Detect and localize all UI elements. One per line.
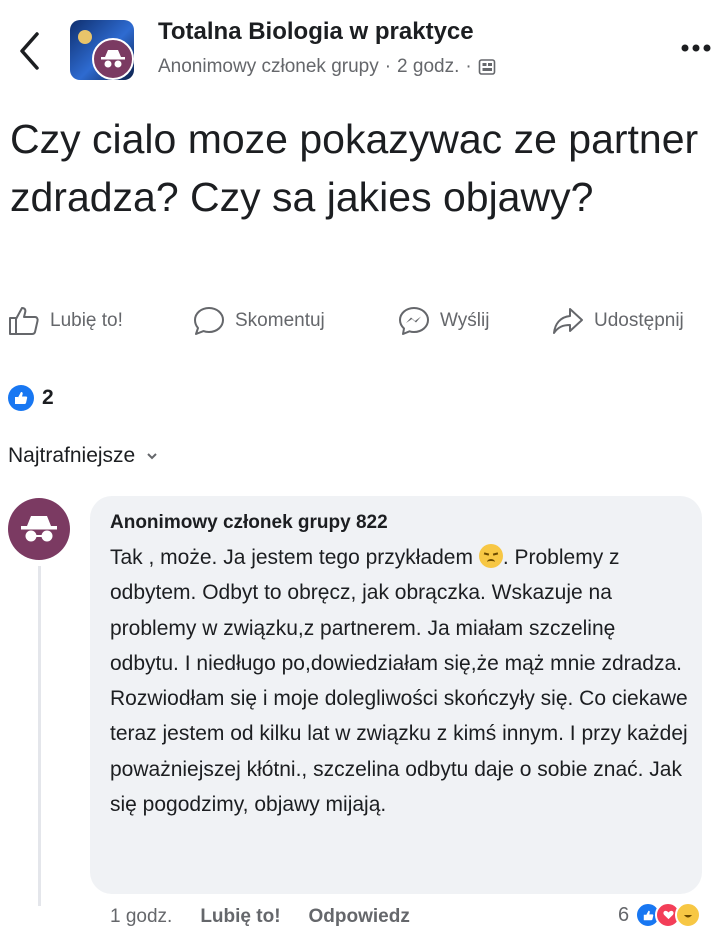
group-avatar-decoration <box>78 30 92 44</box>
post-meta: Anonimowy członek grupy · 2 godz. · <box>158 56 496 78</box>
comment-text-rest: . Problemy z odbytem. Odbyt to obręcz, j… <box>110 546 688 817</box>
comment-reply-button[interactable]: Odpowiedz <box>309 906 410 928</box>
like-reaction-icon <box>8 385 34 411</box>
send-label: Wyślij <box>440 310 490 331</box>
sad-emoji-icon <box>478 544 503 568</box>
more-options-button[interactable] <box>680 40 712 58</box>
group-name[interactable]: Totalna Biologia w praktyce <box>158 18 474 46</box>
comment-reactions[interactable]: 6 <box>618 902 702 928</box>
send-button[interactable]: Wyślij <box>398 306 489 336</box>
comment-bubble: Anonimowy członek grupy 822 Tak , może. … <box>90 496 702 894</box>
anonymous-icon <box>21 516 57 542</box>
comment-reaction-count: 6 <box>618 903 630 926</box>
comment-label: Skomentuj <box>235 310 325 331</box>
commenter-avatar[interactable] <box>8 498 70 560</box>
back-button[interactable] <box>14 26 44 76</box>
like-label: Lubię to! <box>50 310 123 331</box>
back-chevron-icon <box>20 32 39 70</box>
messenger-icon <box>399 307 429 335</box>
comment-button[interactable]: Skomentuj <box>193 306 325 336</box>
post-header: Totalna Biologia w praktyce Anonimowy cz… <box>0 0 723 100</box>
comment-footer: 1 godz. Lubię to! Odpowiedz <box>110 906 410 928</box>
like-button[interactable]: Lubię to! <box>8 306 123 336</box>
thread-line <box>38 566 41 906</box>
post-text: Czy cialo moze pokazywac ze partner zdra… <box>10 116 699 220</box>
comments-sort-dropdown[interactable]: Najtrafniejsze <box>8 444 157 468</box>
comment-like-button[interactable]: Lubię to! <box>200 906 280 928</box>
comment-text-start: Tak , może. Ja jestem tego przykładem <box>110 546 473 569</box>
comment-icon <box>194 307 224 335</box>
comment-author[interactable]: Anonimowy członek grupy 822 <box>110 512 388 534</box>
meta-separator: · <box>384 56 392 77</box>
reaction-count: 2 <box>42 386 54 409</box>
haha-reaction-icon <box>675 902 702 928</box>
group-avatar[interactable] <box>70 20 134 80</box>
anonymous-icon <box>92 38 134 80</box>
globe-icon <box>478 59 496 75</box>
sort-label: Najtrafniejsze <box>8 444 136 467</box>
like-icon <box>9 307 39 335</box>
share-button[interactable]: Udostępnij <box>552 306 684 336</box>
post-time[interactable]: 2 godz. <box>397 56 459 78</box>
share-label: Udostępnij <box>594 310 684 331</box>
comment-text: Tak , może. Ja jestem tego przykładem . … <box>110 540 690 822</box>
post-actions: Lubię to! Skomentuj Wyślij Udostępnij <box>0 306 723 350</box>
chevron-down-icon <box>147 452 157 459</box>
author-name[interactable]: Anonimowy członek grupy <box>158 56 379 78</box>
meta-separator-2: · <box>465 56 472 77</box>
share-icon <box>553 308 583 334</box>
comment-time[interactable]: 1 godz. <box>110 906 172 928</box>
more-icon <box>681 44 711 52</box>
reaction-summary[interactable]: 2 <box>8 385 54 411</box>
